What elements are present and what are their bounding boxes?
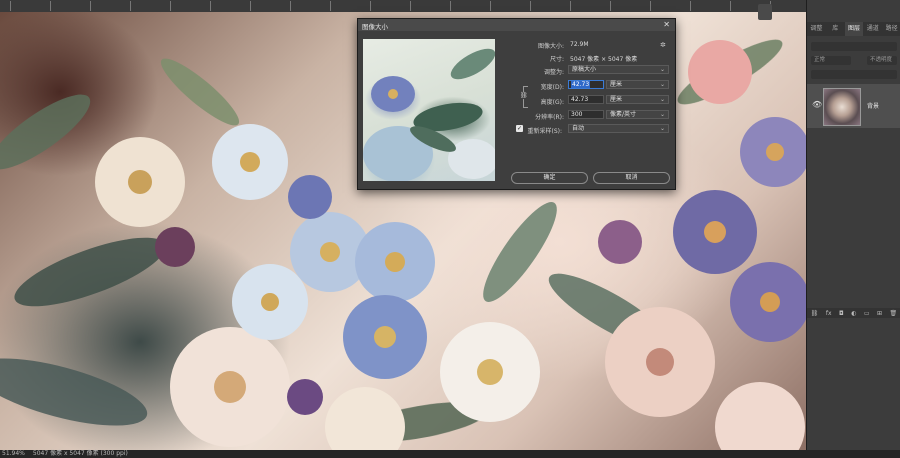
ruler-tick bbox=[370, 1, 371, 11]
height-unit-select[interactable]: 厘米 ⌄ bbox=[606, 95, 669, 104]
image-size-label: 图像大小: bbox=[537, 43, 564, 50]
gear-icon[interactable]: ✲ bbox=[660, 41, 666, 49]
height-value: 42.73 bbox=[571, 96, 589, 103]
resample-label: 重新采样(S): bbox=[527, 128, 562, 135]
ruler-tick bbox=[50, 1, 51, 11]
layer-name: 背景 bbox=[867, 103, 880, 110]
layers-panel: 调整 库 图层 通道 路径 正常 不透明度 👁 背景 ⛓ fx ◘ ◐ ▭ ⊞ … bbox=[806, 0, 900, 450]
width-unit-value: 厘米 bbox=[610, 81, 623, 88]
ruler-tick bbox=[410, 1, 411, 11]
chevron-down-icon: ⌄ bbox=[659, 81, 665, 88]
layer-filter-row[interactable] bbox=[811, 42, 897, 51]
resolution-label: 分辨率(R): bbox=[535, 114, 564, 121]
opacity-field[interactable]: 不透明度 bbox=[867, 56, 897, 65]
cancel-button[interactable]: 取消 bbox=[593, 172, 670, 184]
mask-icon[interactable]: ◘ bbox=[839, 310, 844, 317]
chevron-down-icon: ⌄ bbox=[659, 111, 665, 118]
resample-select[interactable]: 自动 ⌄ bbox=[568, 124, 669, 133]
group-icon[interactable]: ▭ bbox=[864, 310, 870, 317]
ruler-tick bbox=[450, 1, 451, 11]
blend-mode-select[interactable]: 正常 bbox=[811, 56, 851, 65]
ruler-tick bbox=[650, 1, 651, 11]
tab-library[interactable]: 库 bbox=[826, 22, 845, 36]
resolution-unit-select[interactable]: 像素/英寸 ⌄ bbox=[606, 110, 669, 119]
ruler-tick bbox=[530, 1, 531, 11]
lock-row[interactable] bbox=[811, 70, 897, 79]
new-layer-icon[interactable]: ⊞ bbox=[877, 310, 882, 317]
fit-to-label: 调整为: bbox=[543, 69, 564, 76]
height-input[interactable]: 42.73 bbox=[568, 95, 604, 104]
layer-actions-bar: ⛓ fx ◘ ◐ ▭ ⊞ 🗑 bbox=[807, 308, 900, 318]
chevron-down-icon: ⌄ bbox=[659, 66, 665, 73]
dialog-titlebar[interactable]: 图像大小 ✕ bbox=[358, 19, 675, 31]
tab-paths[interactable]: 路径 bbox=[882, 22, 900, 36]
width-label: 宽度(D): bbox=[540, 84, 564, 91]
zoom-level[interactable]: 51.94% bbox=[2, 450, 25, 457]
tab-adjustments[interactable]: 调整 bbox=[807, 22, 826, 36]
dimensions-label: 尺寸: bbox=[549, 56, 564, 63]
adjustment-icon[interactable]: ◐ bbox=[851, 310, 856, 317]
ruler-tick bbox=[490, 1, 491, 11]
ok-button[interactable]: 确定 bbox=[511, 172, 588, 184]
ruler-tick bbox=[210, 1, 211, 11]
ruler-tick bbox=[610, 1, 611, 11]
visibility-eye-icon[interactable]: 👁 bbox=[812, 100, 822, 109]
dialog-title: 图像大小 bbox=[362, 23, 388, 31]
width-value: 42.73 bbox=[571, 81, 591, 88]
resolution-unit-value: 像素/英寸 bbox=[610, 111, 637, 118]
tab-channels[interactable]: 通道 bbox=[863, 22, 882, 36]
tab-layers[interactable]: 图层 bbox=[844, 22, 864, 36]
width-input[interactable]: 42.73 bbox=[568, 80, 604, 89]
ruler-tick bbox=[330, 1, 331, 11]
ruler-tick bbox=[170, 1, 171, 11]
chevron-down-icon: ⌄ bbox=[659, 125, 665, 132]
preview-artwork bbox=[363, 48, 495, 181]
fx-icon[interactable]: fx bbox=[826, 310, 832, 317]
ruler-tick bbox=[130, 1, 131, 11]
ruler-tick bbox=[250, 1, 251, 11]
document-info: 5047 像素 x 5047 像素 (300 ppi) bbox=[32, 450, 128, 457]
close-icon[interactable]: ✕ bbox=[663, 20, 670, 29]
panel-tabs: 调整 库 图层 通道 路径 bbox=[807, 22, 900, 36]
status-bar: 51.94% 5047 像素 x 5047 像素 (300 ppi) bbox=[0, 450, 900, 458]
ruler-tick bbox=[570, 1, 571, 11]
ruler-tick bbox=[290, 1, 291, 11]
trash-icon[interactable]: 🗑 bbox=[890, 310, 898, 317]
height-unit-value: 厘米 bbox=[610, 96, 623, 103]
ruler-tick bbox=[690, 1, 691, 11]
image-size-dialog: 图像大小 ✕ ✲ 图像大小: 72.9M 尺寸: 5047 像素 × 5047 … bbox=[357, 18, 676, 190]
ruler-tick bbox=[90, 1, 91, 11]
link-icon[interactable]: ⛓ bbox=[811, 310, 819, 317]
width-unit-select[interactable]: 厘米 ⌄ bbox=[606, 80, 669, 89]
layer-thumbnail bbox=[823, 88, 861, 126]
chevron-down-icon: ⌄ bbox=[659, 96, 665, 103]
height-label: 高度(G): bbox=[540, 99, 564, 106]
fit-to-value: 原稿大小 bbox=[572, 66, 597, 73]
resample-value: 自动 bbox=[572, 125, 585, 132]
fit-to-select[interactable]: 原稿大小 ⌄ bbox=[568, 65, 669, 74]
resolution-value: 300 bbox=[571, 111, 583, 118]
ruler-tick bbox=[10, 1, 11, 11]
image-preview[interactable] bbox=[363, 39, 495, 181]
image-size-value: 72.9M bbox=[570, 41, 589, 48]
panel-toggle-button[interactable] bbox=[758, 4, 772, 20]
ruler-tick bbox=[730, 1, 731, 11]
dimensions-value: 5047 像素 × 5047 像素 bbox=[570, 56, 638, 63]
layer-row[interactable]: 👁 背景 bbox=[807, 84, 900, 128]
resolution-input[interactable]: 300 bbox=[568, 110, 604, 119]
